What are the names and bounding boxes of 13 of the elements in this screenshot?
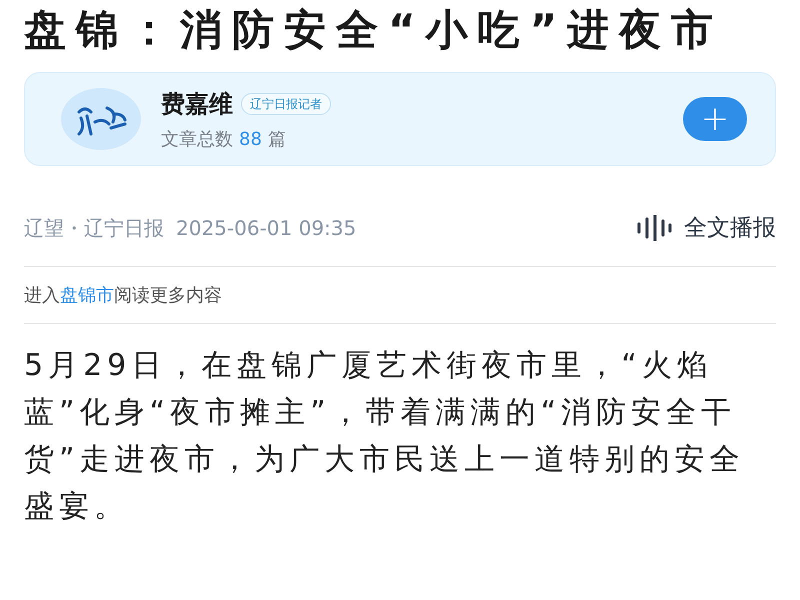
channel-hint: 进入盘锦市阅读更多内容 — [24, 284, 223, 308]
logo-icon — [61, 88, 141, 150]
publish-time: 2025-06-01 09:35 — [176, 215, 356, 242]
author-name: 费嘉维 — [161, 88, 233, 120]
sound-wave-icon — [636, 215, 672, 241]
article-title: 盘锦：消防安全“小吃”进夜市 — [24, 4, 724, 56]
article-source: 辽望・辽宁日报 — [24, 215, 164, 242]
article-count: 文章总数 88 篇 — [161, 128, 287, 152]
author-role-tag: 辽宁日报记者 — [241, 92, 331, 114]
article-body: 5月29日，在盘锦广厦艺术街夜市里，“火焰蓝”化身“夜市摊主”，带着满满的“消防安全干货”走进夜市，为广大市民送上一道特别的安全盛宴。 — [24, 347, 746, 526]
follow-button[interactable]: + — [683, 97, 747, 141]
listen-button[interactable]: 全文播报 — [636, 210, 776, 246]
channel-link[interactable]: 盘锦市 — [60, 284, 114, 306]
